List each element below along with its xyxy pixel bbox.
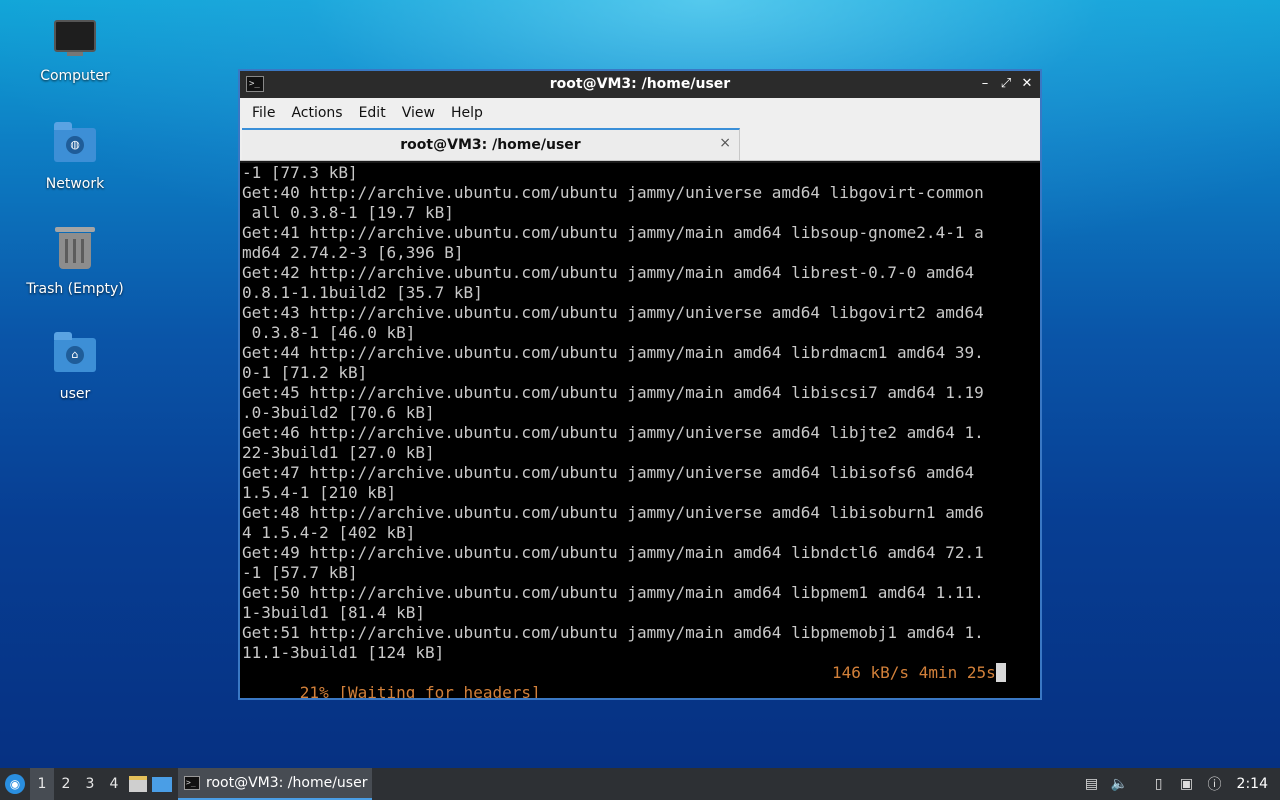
terminal-line: Get:43 http://archive.ubuntu.com/ubuntu …: [242, 303, 984, 322]
terminal-line: 0-1 [71.2 kB]: [242, 363, 368, 382]
tab-terminal[interactable]: root@VM3: /home/user ×: [242, 128, 740, 160]
terminal-line: 1.5.4-1 [210 kB]: [242, 483, 397, 502]
minimize-button[interactable]: –: [976, 75, 994, 93]
network-icon[interactable]: ▣: [1176, 768, 1198, 800]
menu-view[interactable]: View: [394, 105, 443, 121]
terminal-line: Get:49 http://archive.ubuntu.com/ubuntu …: [242, 543, 984, 562]
menu-help[interactable]: Help: [443, 105, 491, 121]
workspace-4[interactable]: 4: [102, 768, 126, 800]
terminal-line: Get:40 http://archive.ubuntu.com/ubuntu …: [242, 183, 984, 202]
window-title: root@VM3: /home/user: [549, 76, 731, 92]
text-cursor: [995, 663, 1006, 682]
workspace-3[interactable]: 3: [78, 768, 102, 800]
download-status-line: 21% [Waiting for headers] 146 kB/s 4min …: [242, 663, 1038, 698]
terminal-output[interactable]: -1 [77.3 kB] Get:40 http://archive.ubunt…: [240, 163, 1040, 698]
desktop-icon-label: Computer: [40, 68, 110, 84]
file-manager-icon: [129, 776, 147, 792]
desktop-icon-user[interactable]: ⌂ user: [20, 330, 130, 402]
download-rate: 146 kB/s 4min 25s: [832, 663, 1006, 683]
system-tray: ▤ 🔈 ▯ ▣ ⓘ 2:14: [1078, 768, 1280, 800]
start-menu-button[interactable]: ◉: [0, 768, 30, 800]
desktop-icon-label: Trash (Empty): [26, 281, 124, 297]
update-notifier-icon[interactable]: ⓘ: [1204, 768, 1226, 800]
desktop-icon-trash[interactable]: Trash (Empty): [20, 225, 130, 297]
terminal-line: 11.1-3build1 [124 kB]: [242, 643, 445, 662]
computer-icon: [53, 20, 97, 64]
rate-eta: 146 kB/s 4min 25s: [832, 663, 996, 682]
tab-close-icon[interactable]: ×: [719, 135, 731, 151]
menu-file[interactable]: File: [244, 105, 283, 121]
desktop-icon-computer[interactable]: Computer: [20, 16, 130, 84]
terminal-line: Get:41 http://archive.ubuntu.com/ubuntu …: [242, 223, 984, 242]
terminal-line: Get:50 http://archive.ubuntu.com/ubuntu …: [242, 583, 984, 602]
tab-bar: root@VM3: /home/user ×: [240, 128, 1040, 161]
desktop-icon-label: Network: [45, 176, 105, 192]
terminal-line: all 0.3.8-1 [19.7 kB]: [242, 203, 454, 222]
clipboard-icon[interactable]: ▤: [1081, 768, 1103, 800]
terminal-line: md64 2.74.2-3 [6,396 B]: [242, 243, 464, 262]
task-label: root@VM3: /home/user: [206, 775, 368, 791]
terminal-line: 22-3build1 [27.0 kB]: [242, 443, 435, 462]
volume-icon[interactable]: 🔈: [1109, 768, 1131, 800]
taskbar: ◉ 1 2 3 4 >_ root@VM3: /home/user ▤ 🔈 ▯ …: [0, 768, 1280, 800]
terminal-line: 0.3.8-1 [46.0 kB]: [242, 323, 416, 342]
terminal-line: 1-3build1 [81.4 kB]: [242, 603, 426, 622]
terminal-line: Get:45 http://archive.ubuntu.com/ubuntu …: [242, 383, 984, 402]
desktop-icon-network[interactable]: ◍ Network: [20, 120, 130, 192]
network-folder-icon: ◍: [53, 122, 97, 172]
lubuntu-logo-icon: ◉: [5, 774, 25, 794]
terminal-line: 4 1.5.4-2 [402 kB]: [242, 523, 416, 542]
terminal-line: Get:47 http://archive.ubuntu.com/ubuntu …: [242, 463, 975, 482]
menu-actions[interactable]: Actions: [283, 105, 350, 121]
show-desktop-button[interactable]: [150, 768, 174, 800]
terminal-line: -1 [77.3 kB]: [242, 163, 358, 182]
progress-status: 21% [Waiting for headers]: [299, 683, 541, 698]
home-folder-icon: ⌂: [53, 332, 97, 382]
close-button[interactable]: ✕: [1018, 75, 1036, 93]
maximize-button[interactable]: ⤢: [997, 75, 1015, 93]
trash-icon: [53, 227, 97, 277]
menu-bar: File Actions Edit View Help: [240, 98, 1040, 128]
terminal-line: 0.8.1-1.1build2 [35.7 kB]: [242, 283, 483, 302]
terminal-line: -1 [57.7 kB]: [242, 563, 358, 582]
desktop-icon-label: user: [59, 386, 91, 402]
workspace-2[interactable]: 2: [54, 768, 78, 800]
terminal-line: .0-3build2 [70.6 kB]: [242, 403, 435, 422]
terminal-line: Get:44 http://archive.ubuntu.com/ubuntu …: [242, 343, 984, 362]
terminal-line: Get:48 http://archive.ubuntu.com/ubuntu …: [242, 503, 984, 522]
clock[interactable]: 2:14: [1237, 776, 1268, 792]
terminal-line: Get:51 http://archive.ubuntu.com/ubuntu …: [242, 623, 984, 642]
desktop-icon: [152, 776, 172, 792]
taskbar-task-terminal[interactable]: >_ root@VM3: /home/user: [178, 768, 372, 800]
terminal-window[interactable]: >_ root@VM3: /home/user – ⤢ ✕ File Actio…: [238, 69, 1042, 700]
removable-media-icon[interactable]: ▯: [1148, 768, 1170, 800]
file-manager-launcher[interactable]: [126, 768, 150, 800]
menu-edit[interactable]: Edit: [351, 105, 394, 121]
terminal-icon: >_: [184, 776, 200, 790]
window-titlebar[interactable]: >_ root@VM3: /home/user – ⤢ ✕: [240, 71, 1040, 98]
workspace-1[interactable]: 1: [30, 768, 54, 800]
terminal-line: Get:42 http://archive.ubuntu.com/ubuntu …: [242, 263, 975, 282]
tab-label: root@VM3: /home/user: [400, 137, 581, 153]
terminal-line: Get:46 http://archive.ubuntu.com/ubuntu …: [242, 423, 984, 442]
